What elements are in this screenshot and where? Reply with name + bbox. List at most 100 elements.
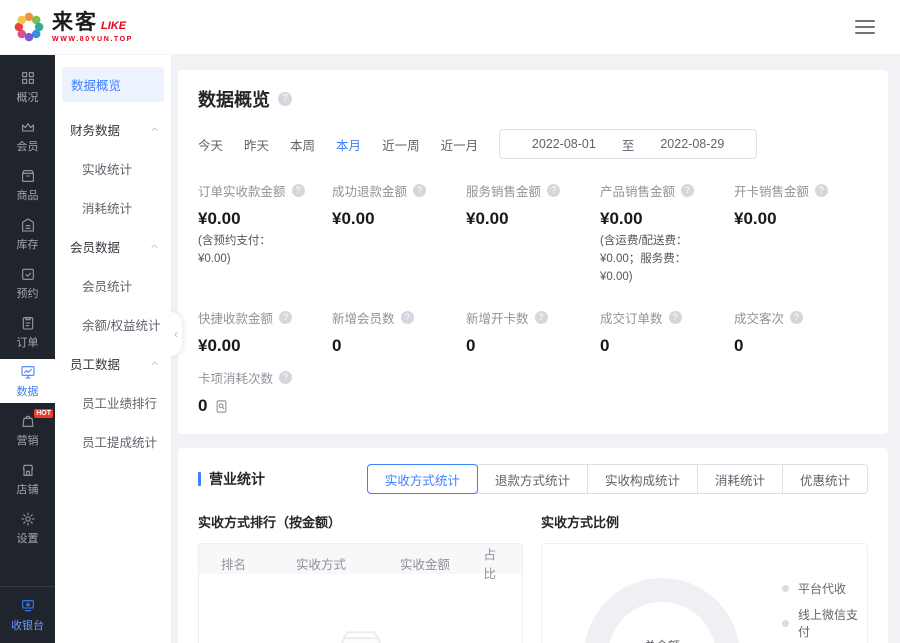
stat-label: 成交订单数 <box>600 308 663 327</box>
tab-income-composition[interactable]: 实收构成统计 <box>587 464 698 494</box>
subnav-group-label: 会员数据 <box>70 237 120 256</box>
help-icon[interactable] <box>279 371 292 384</box>
page-title: 数据概览 <box>198 86 270 112</box>
help-icon[interactable] <box>279 311 292 324</box>
donut-chart: 总金额 ¥0.00 <box>584 578 740 643</box>
stat-sub: (含预约支付：¥0.00) <box>198 233 324 269</box>
subnav-group-financial[interactable]: 财务数据 <box>55 110 171 149</box>
help-icon[interactable] <box>790 311 803 324</box>
column-header: 占比 <box>479 544 522 582</box>
stat-order-income: 订单实收款金额 ¥0.00 (含预约支付：¥0.00) <box>198 181 332 286</box>
monitor-chart-icon <box>20 364 36 380</box>
sidebar-item-settings[interactable]: 设置 <box>0 506 55 550</box>
help-icon[interactable] <box>535 311 548 324</box>
view-detail-icon[interactable] <box>214 399 229 414</box>
sidebar-item-label: 收银台 <box>11 617 44 633</box>
sidebar-item-inventory[interactable]: 库存 <box>0 212 55 256</box>
filter-this-week[interactable]: 本周 <box>290 135 315 154</box>
date-range-picker[interactable]: 2022-08-01 至 2022-08-29 <box>499 129 757 159</box>
stat-label: 开卡销售金额 <box>734 181 809 200</box>
donut-center-label: 总金额 <box>644 637 680 643</box>
sidebar-item-overview[interactable]: 概况 <box>0 65 55 109</box>
sidebar-item-data[interactable]: 数据 <box>0 359 55 403</box>
help-icon[interactable] <box>278 92 292 106</box>
help-icon[interactable] <box>401 311 414 324</box>
stat-product-sales: 产品销售金额 ¥0.00 (含运费/配送费：¥0.00；服务费：¥0.00) <box>600 181 734 286</box>
secondary-sidebar: 数据概览 财务数据 实收统计 消耗统计 会员数据 会员统计 余额/权益统计 员工… <box>55 55 172 643</box>
logo-title: 来客 <box>52 12 98 33</box>
subnav-item-income-stats[interactable]: 实收统计 <box>55 149 171 188</box>
column-header: 实收方式 <box>271 554 371 573</box>
stat-value: ¥0.00 <box>466 209 592 229</box>
sidebar-item-label: 会员 <box>17 138 39 154</box>
stat-label: 订单实收款金额 <box>198 181 286 200</box>
help-icon[interactable] <box>413 184 426 197</box>
stat-value: 0 <box>332 336 458 356</box>
sidebar-item-members[interactable]: 会员 <box>0 114 55 158</box>
subnav-item-member-stats[interactable]: 会员统计 <box>55 266 171 305</box>
box-icon <box>20 168 36 184</box>
stat-value: 0 <box>466 336 592 356</box>
main-content: 数据概览 今天 昨天 本周 本月 近一周 近一月 2022-08-01 至 20… <box>172 55 900 643</box>
chevron-up-icon <box>150 359 159 368</box>
ratio-chart-title: 实收方式比例 <box>541 512 868 531</box>
sidebar-item-label: 店铺 <box>17 481 39 497</box>
stat-label: 卡项消耗次数 <box>198 368 273 387</box>
subnav-group-member[interactable]: 会员数据 <box>55 227 171 266</box>
help-icon[interactable] <box>292 184 305 197</box>
tab-refund-method[interactable]: 退款方式统计 <box>477 464 588 494</box>
ratio-chart: 总金额 ¥0.00 平台代收 线上微信支付 现金 其他 微信（记账） 支付宝（ <box>541 543 868 643</box>
sidebar-item-label: 商品 <box>17 187 39 203</box>
filter-today[interactable]: 今天 <box>198 135 223 154</box>
filter-this-month[interactable]: 本月 <box>336 135 361 154</box>
sidebar-collapse-handle[interactable] <box>170 311 183 357</box>
legend-item[interactable]: 线上微信支付 <box>782 606 867 640</box>
stat-value: ¥0.00 <box>734 209 860 229</box>
rank-table: 排名 实收方式 实收金额 占比 <box>198 543 523 643</box>
subnav-item-data-overview[interactable]: 数据概览 <box>62 67 164 102</box>
topbar: 来客 LIKE WWW.80YUN.TOP <box>0 0 900 55</box>
clipboard-icon <box>20 315 36 331</box>
sidebar-item-shop[interactable]: 店铺 <box>0 457 55 501</box>
subnav-item-balance-stats[interactable]: 余额/权益统计 <box>55 305 171 344</box>
subnav-group-label: 财务数据 <box>70 120 120 139</box>
sidebar-item-marketing[interactable]: HOT 营销 <box>0 408 55 452</box>
sidebar-item-booking[interactable]: 预约 <box>0 261 55 305</box>
section-title: 营业统计 <box>209 469 265 489</box>
stat-deal-orders: 成交订单数 0 <box>600 308 734 356</box>
stat-refund: 成功退款金额 ¥0.00 <box>332 181 466 286</box>
income-ratio-block: 实收方式比例 总金额 ¥0.00 平台代收 线 <box>541 512 868 643</box>
help-icon[interactable] <box>547 184 560 197</box>
tab-consumption[interactable]: 消耗统计 <box>697 464 783 494</box>
subnav-item-staff-ranking[interactable]: 员工业绩排行 <box>55 383 171 422</box>
tab-income-method[interactable]: 实收方式统计 <box>367 464 478 494</box>
stats-row-2: 快捷收款金额 ¥0.00 新增会员数 0 新增开卡数 0 成交订单数 0 <box>198 308 868 356</box>
rank-table-title: 实收方式排行（按金额） <box>198 512 523 531</box>
stat-deal-customers: 成交客次 0 <box>734 308 868 356</box>
menu-icon[interactable] <box>850 15 880 39</box>
sidebar-item-label: 概况 <box>17 89 39 105</box>
storefront-icon <box>20 462 36 478</box>
help-icon[interactable] <box>669 311 682 324</box>
stat-value: ¥0.00 <box>332 209 458 229</box>
legend-item[interactable]: 平台代收 <box>782 580 867 597</box>
warehouse-icon <box>20 217 36 233</box>
bag-icon <box>20 413 36 429</box>
filter-last-month[interactable]: 近一月 <box>441 135 479 154</box>
tab-discount[interactable]: 优惠统计 <box>782 464 868 494</box>
subnav-item-consumption-stats[interactable]: 消耗统计 <box>55 188 171 227</box>
subnav-group-staff[interactable]: 员工数据 <box>55 344 171 383</box>
help-icon[interactable] <box>815 184 828 197</box>
sidebar-item-cashier[interactable]: 收银台 <box>0 593 55 637</box>
stat-value: 0 <box>734 336 860 356</box>
stat-label: 新增开卡数 <box>466 308 529 327</box>
help-icon[interactable] <box>681 184 694 197</box>
sidebar-item-orders[interactable]: 订单 <box>0 310 55 354</box>
chevron-up-icon <box>150 242 159 251</box>
filter-last-week[interactable]: 近一周 <box>382 135 420 154</box>
subnav-item-staff-commission[interactable]: 员工提成统计 <box>55 422 171 461</box>
sidebar-item-products[interactable]: 商品 <box>0 163 55 207</box>
rank-table-header: 排名 实收方式 实收金额 占比 <box>199 544 522 574</box>
stat-label: 产品销售金额 <box>600 181 675 200</box>
filter-yesterday[interactable]: 昨天 <box>244 135 269 154</box>
